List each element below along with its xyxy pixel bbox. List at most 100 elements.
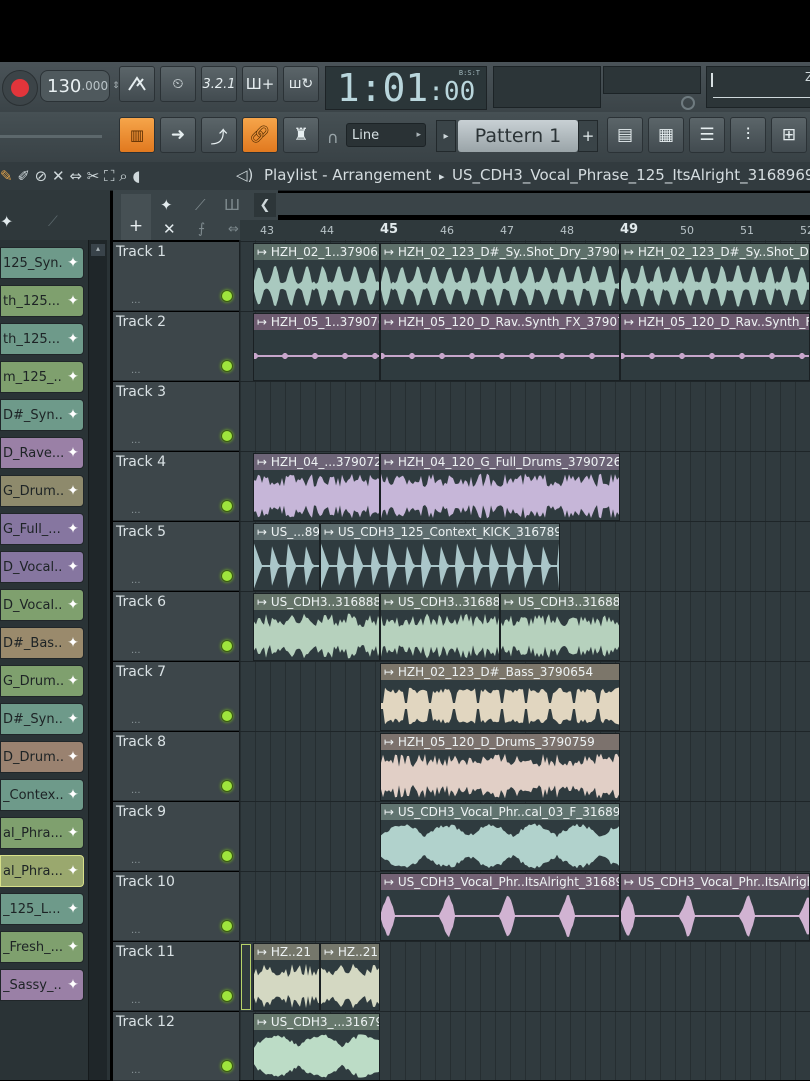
track-options-dots[interactable]: ... [131,575,141,586]
song-position-display[interactable]: B:S:T 1:01:00 [325,66,487,110]
track-options-dots[interactable]: ... [131,925,141,936]
channel-button[interactable]: D#_Syn... ✦ [0,703,84,735]
channel-button[interactable]: _Fresh_... ✦ [0,931,84,963]
audio-clip[interactable]: ↦ HZH_02_123_D#_Sy..Shot_Dry_3790651 [380,243,620,311]
track-mute-led[interactable] [221,710,233,722]
channel-button[interactable]: D#_Bas... ✦ [0,627,84,659]
delete-icon[interactable]: ✕ [163,220,176,238]
channel-rack-button[interactable]: ☰ [689,117,725,153]
channel-button[interactable]: D_Rave... ✦ [0,437,84,469]
track-options-dots[interactable]: ... [131,365,141,376]
channel-button[interactable]: D#_Syn... ✦ [0,399,84,431]
channel-button[interactable]: al_Phra... ✦ [0,855,84,887]
playlist-grid[interactable]: ↦ HZH_02_1..3790651↦ HZH_02_123_D#_Sy..S… [240,240,810,1080]
audio-clip[interactable]: ↦ HZH_02_123_D#_Bass_3790654 [380,663,620,731]
channel-button[interactable]: D_Vocal... ✦ [0,551,84,583]
audio-clip[interactable]: ↦ HZ..21 [320,943,380,1011]
track-mute-led[interactable] [221,1060,233,1072]
browser-button[interactable]: ⊞ [771,117,807,153]
audio-clip[interactable]: ↦ HZH_02_123_D#_Sy..Shot_Dry_3790651 [620,243,810,311]
channel-button[interactable]: th_125... ✦ [0,323,84,355]
track-header[interactable]: Track 3... [113,382,239,451]
track-header[interactable]: Track 2... [113,312,239,381]
audio-clip[interactable]: ↦ HZH_04_...3790726 [253,453,380,521]
audio-clip[interactable]: ↦ HZH_05_120_D_Drums_3790759 [380,733,620,801]
track-mute-led[interactable] [221,780,233,792]
track-mute-led[interactable] [221,290,233,302]
channel-button[interactable]: th_125... ✦ [0,285,84,317]
track-mute-led[interactable] [221,500,233,512]
pattern-prev-button[interactable]: ▸ [436,120,456,152]
audio-clip[interactable]: ↦ HZH_05_120_D_Rav..Synth_FX_3790767 [380,313,620,381]
channel-button[interactable]: al_Phra... ✦ [0,817,84,849]
automation-icon[interactable]: ⟋ [195,196,206,214]
channel-button[interactable]: D_Drum... ✦ [0,741,84,773]
pattern-icon[interactable]: Ш [224,196,240,214]
scroll-left-button[interactable]: ❮ [254,193,276,217]
channel-button[interactable]: G_Drum... ✦ [0,475,84,507]
link-button[interactable]: 🔗︎ [242,117,278,153]
track-options-dots[interactable]: ... [131,785,141,796]
metronome-button[interactable] [119,66,155,102]
channel-button[interactable]: m_125_... ✦ [0,361,84,393]
track-mute-led[interactable] [221,990,233,1002]
stretch-icon[interactable]: ⇔ [228,222,239,237]
track-header[interactable]: Track 11... [113,942,239,1011]
track-mute-led[interactable] [221,850,233,862]
curve-button[interactable]: ⤴ [201,117,237,153]
track-options-dots[interactable]: ... [131,995,141,1006]
track-mute-led[interactable] [221,570,233,582]
track-options-dots[interactable]: ... [131,645,141,656]
audio-clip[interactable]: ↦ US_CDH3..3168885 [380,593,500,661]
pattern-selector[interactable]: Pattern 1 [458,120,578,152]
playlist-toggle-button[interactable]: ▥ [119,117,155,153]
playlist-window-button[interactable]: ▤ [607,117,643,153]
audio-clip[interactable]: ↦ HZH_05_1..3790767 [253,313,380,381]
countdown-button[interactable]: 3.2.1 [201,66,237,102]
track-mute-led[interactable] [221,360,233,372]
arrow-button[interactable]: ➜ [160,117,196,153]
scroll-up-arrow[interactable]: ▴ [91,244,105,256]
track-header[interactable]: Track 7... [113,662,239,731]
channel-button[interactable]: G_Full_... ✦ [0,513,84,545]
step-edit-button[interactable]: Ш+ [242,66,278,102]
track-options-dots[interactable]: ... [131,295,141,306]
snap-select[interactable]: Line ▸ [346,123,426,147]
audio-clip[interactable]: ↦ US_CDH3_Vocal_Phr..cal_03_F_3168944 [380,803,620,871]
add-pattern-button[interactable]: + [578,120,598,152]
channel-button[interactable]: G_Drum... ✦ [0,665,84,697]
magnet-icon[interactable]: ∩ [327,128,339,147]
audio-clip[interactable]: ↦ HZ..21 [253,943,320,1011]
channel-button[interactable]: 125_Syn...✦ [0,247,84,279]
audio-clip[interactable]: ↦ HZH_02_1..3790651 [253,243,380,311]
plugin-hat-button[interactable]: ♜ [283,117,319,153]
picker-star-icon[interactable]: ✦ [0,212,13,231]
track-options-dots[interactable]: ... [131,855,141,866]
mixer-button[interactable]: ⫶ [730,117,766,153]
position-slider[interactable] [0,135,102,138]
track-mute-led[interactable] [221,430,233,442]
speaker-icon[interactable]: ◁) [236,166,253,184]
master-volume-panel[interactable]: Z [706,66,810,108]
wait-record-button[interactable]: ⏲ [160,66,196,102]
track-options-dots[interactable]: ... [131,435,141,446]
playlist-overview[interactable] [278,193,810,215]
track-header[interactable]: Track 9... [113,802,239,871]
track-mute-led[interactable] [221,920,233,932]
channel-button[interactable]: _125_L... ✦ [0,893,84,925]
track-header[interactable]: Track 8... [113,732,239,801]
channel-button[interactable]: _Sassy_... ✦ [0,969,84,1001]
record-button[interactable] [2,70,38,106]
audio-clip[interactable]: ↦ US_CDH3_Vocal_Phr..ItsAlright_3168969 [380,873,620,941]
track-mute-led[interactable] [221,640,233,652]
track-header[interactable]: Track 12... [113,1012,239,1081]
track-header[interactable]: Track 5... [113,522,239,591]
panel-knob-icon[interactable] [681,96,695,110]
track-header[interactable]: Track 10... [113,872,239,941]
slide-icon[interactable]: ⨍ [198,221,205,237]
tool-icons[interactable]: ✎ ✐ ⊘ ✕ ⇔ ✂ ⛶ ⌕ ◖ [0,167,140,185]
track-options-dots[interactable]: ... [131,505,141,516]
track-options-dots[interactable]: ... [131,1065,141,1076]
audio-clip[interactable]: ↦ HZH_04_120_G_Full_Drums_3790726 [380,453,620,521]
channel-button[interactable]: _Contex... ✦ [0,779,84,811]
